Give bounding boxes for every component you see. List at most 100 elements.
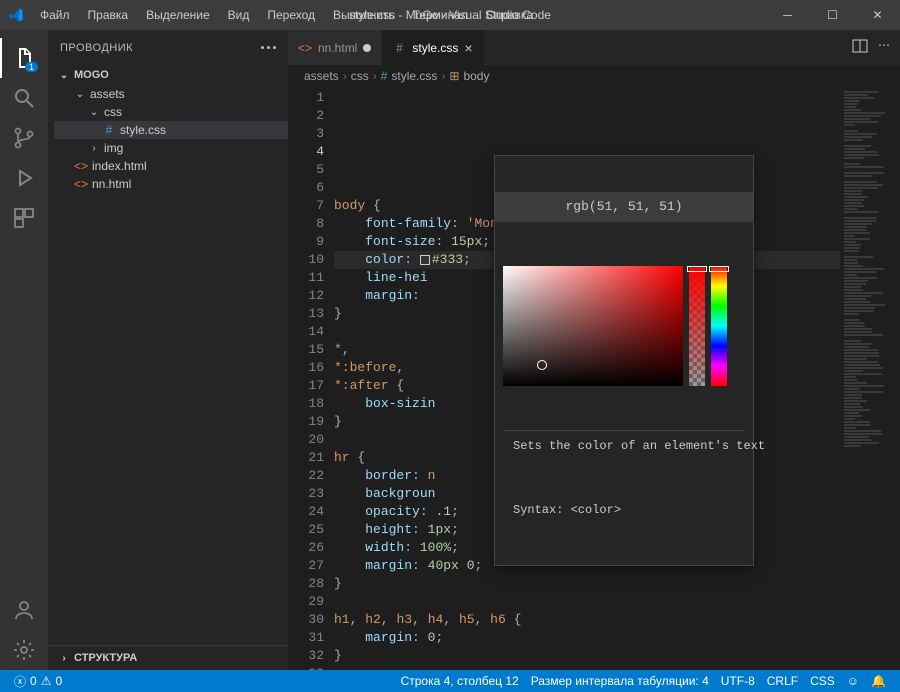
tab-style-css[interactable]: # style.css × xyxy=(382,30,483,65)
chevron-right-icon: › xyxy=(343,69,347,83)
css-file-icon: # xyxy=(381,69,388,83)
color-picker[interactable]: rgb(51, 51, 51) Sets the color of an ele… xyxy=(494,155,754,566)
color-picker-syntax: Syntax: <color> xyxy=(503,497,745,529)
titlebar: Файл Правка Выделение Вид Переход Выполн… xyxy=(0,0,900,30)
editor: <> nn.html # style.css × ⋯ assets xyxy=(288,30,900,670)
code-area[interactable]: 1234567891011121314151617181920212223242… xyxy=(288,87,900,670)
warning-icon: ⚠ xyxy=(41,674,52,688)
tab-label: style.css xyxy=(412,41,458,55)
status-indent[interactable]: Размер интервала табуляции: 4 xyxy=(525,674,715,688)
gear-icon xyxy=(12,638,36,662)
selector-icon: ⊞ xyxy=(449,69,459,83)
more-actions-icon[interactable]: ⋯ xyxy=(878,38,890,57)
html-file-icon: <> xyxy=(298,41,312,55)
extensions-icon xyxy=(12,206,36,230)
close-tab-icon[interactable]: × xyxy=(464,40,472,56)
minimize-button[interactable]: ─ xyxy=(765,0,810,30)
search-icon xyxy=(12,86,36,110)
status-encoding[interactable]: UTF-8 xyxy=(715,674,761,688)
folder-assets[interactable]: ⌄ assets xyxy=(54,85,288,103)
bell-icon: 🔔 xyxy=(871,674,886,688)
menu-selection[interactable]: Выделение xyxy=(138,4,218,26)
code-content[interactable]: rgb(51, 51, 51) Sets the color of an ele… xyxy=(334,87,840,670)
activity-source-control[interactable] xyxy=(0,118,48,158)
dirty-indicator-icon xyxy=(363,44,371,52)
sidebar-title: ПРОВОДНИК xyxy=(60,42,133,54)
menu-view[interactable]: Вид xyxy=(220,4,258,26)
breadcrumb-segment[interactable]: assets xyxy=(304,69,339,83)
close-button[interactable]: ✕ xyxy=(855,0,900,30)
tree-label: nn.html xyxy=(92,177,131,191)
alpha-slider[interactable] xyxy=(689,266,705,386)
breadcrumb-segment[interactable]: style.css xyxy=(391,69,437,83)
statusbar: ⓧ0 ⚠0 Строка 4, столбец 12 Размер интерв… xyxy=(0,670,900,692)
activity-debug[interactable] xyxy=(0,158,48,198)
outline-section[interactable]: › СТРУКТУРА xyxy=(48,645,288,670)
menu-go[interactable]: Переход xyxy=(259,4,323,26)
chevron-right-icon: › xyxy=(58,653,70,664)
activity-bar: 1 xyxy=(0,30,48,670)
chevron-down-icon: ⌄ xyxy=(88,107,100,118)
breadcrumb[interactable]: assets › css › # style.css › ⊞ body xyxy=(288,65,900,87)
sidebar-header: ПРОВОДНИК xyxy=(48,30,288,65)
play-icon xyxy=(12,166,36,190)
saturation-value-panel[interactable] xyxy=(503,266,683,386)
color-picker-description: Sets the color of an element's text xyxy=(503,430,745,461)
chevron-down-icon: ⌄ xyxy=(58,70,70,81)
color-picker-body xyxy=(495,258,753,394)
smiley-icon: ☺ xyxy=(847,674,859,688)
split-editor-icon[interactable] xyxy=(852,38,868,57)
window-controls: ─ ☐ ✕ xyxy=(765,0,900,30)
vscode-logo-icon xyxy=(8,7,24,23)
minimap[interactable] xyxy=(840,87,900,670)
tree-label: img xyxy=(104,141,123,155)
chevron-right-icon: › xyxy=(88,143,100,154)
tree-label: assets xyxy=(90,87,125,101)
account-icon xyxy=(12,598,36,622)
outline-label: СТРУКТУРА xyxy=(74,652,137,664)
chevron-down-icon: ⌄ xyxy=(74,89,86,100)
file-tree: ⌄ assets ⌄css #style.css › img <> index.htm… xyxy=(48,85,288,193)
activity-explorer[interactable]: 1 xyxy=(0,38,48,78)
app-window: Файл Правка Выделение Вид Переход Выполн… xyxy=(0,0,900,692)
project-section[interactable]: ⌄ MOGO xyxy=(48,65,288,85)
activity-extensions[interactable] xyxy=(0,198,48,238)
file-index-html[interactable]: <> index.html xyxy=(54,157,288,175)
tree-label: index.html xyxy=(92,159,147,173)
project-name: MOGO xyxy=(74,69,109,81)
css-file-icon: # xyxy=(102,123,116,137)
css-file-icon: # xyxy=(392,41,406,55)
folder-css[interactable]: ⌄css xyxy=(54,103,288,121)
file-style-css[interactable]: #style.css xyxy=(54,121,288,139)
status-lang[interactable]: CSS xyxy=(804,674,841,688)
status-eol[interactable]: CRLF xyxy=(761,674,804,688)
tab-label: nn.html xyxy=(318,41,357,55)
breadcrumb-segment[interactable]: css xyxy=(351,69,369,83)
maximize-button[interactable]: ☐ xyxy=(810,0,855,30)
branch-icon xyxy=(12,126,36,150)
status-cursor[interactable]: Строка 4, столбец 12 xyxy=(395,674,525,688)
color-picker-header[interactable]: rgb(51, 51, 51) xyxy=(495,192,753,222)
status-feedback[interactable]: ☺ xyxy=(841,674,865,688)
error-icon: ⓧ xyxy=(14,673,26,690)
editor-tabs: <> nn.html # style.css × ⋯ xyxy=(288,30,900,65)
html-file-icon: <> xyxy=(74,159,88,173)
line-gutter: 1234567891011121314151617181920212223242… xyxy=(288,87,334,670)
breadcrumb-segment[interactable]: body xyxy=(463,69,489,83)
activity-search[interactable] xyxy=(0,78,48,118)
html-file-icon: <> xyxy=(74,177,88,191)
menu-file[interactable]: Файл xyxy=(32,4,78,26)
sidebar-more-icon[interactable] xyxy=(261,46,276,49)
menu-edit[interactable]: Правка xyxy=(80,4,137,26)
status-notifications[interactable]: 🔔 xyxy=(865,674,892,688)
activity-accounts[interactable] xyxy=(0,590,48,630)
tab-nn-html[interactable]: <> nn.html xyxy=(288,30,382,65)
status-problems[interactable]: ⓧ0 ⚠0 xyxy=(8,673,68,690)
explorer-badge: 1 xyxy=(25,62,38,72)
chevron-right-icon: › xyxy=(441,69,445,83)
activity-settings[interactable] xyxy=(0,630,48,670)
hue-slider[interactable] xyxy=(711,266,727,386)
folder-img[interactable]: › img xyxy=(54,139,288,157)
file-nn-html[interactable]: <> nn.html xyxy=(54,175,288,193)
sidebar: ПРОВОДНИК ⌄ MOGO ⌄ assets ⌄css #style.css… xyxy=(48,30,288,670)
